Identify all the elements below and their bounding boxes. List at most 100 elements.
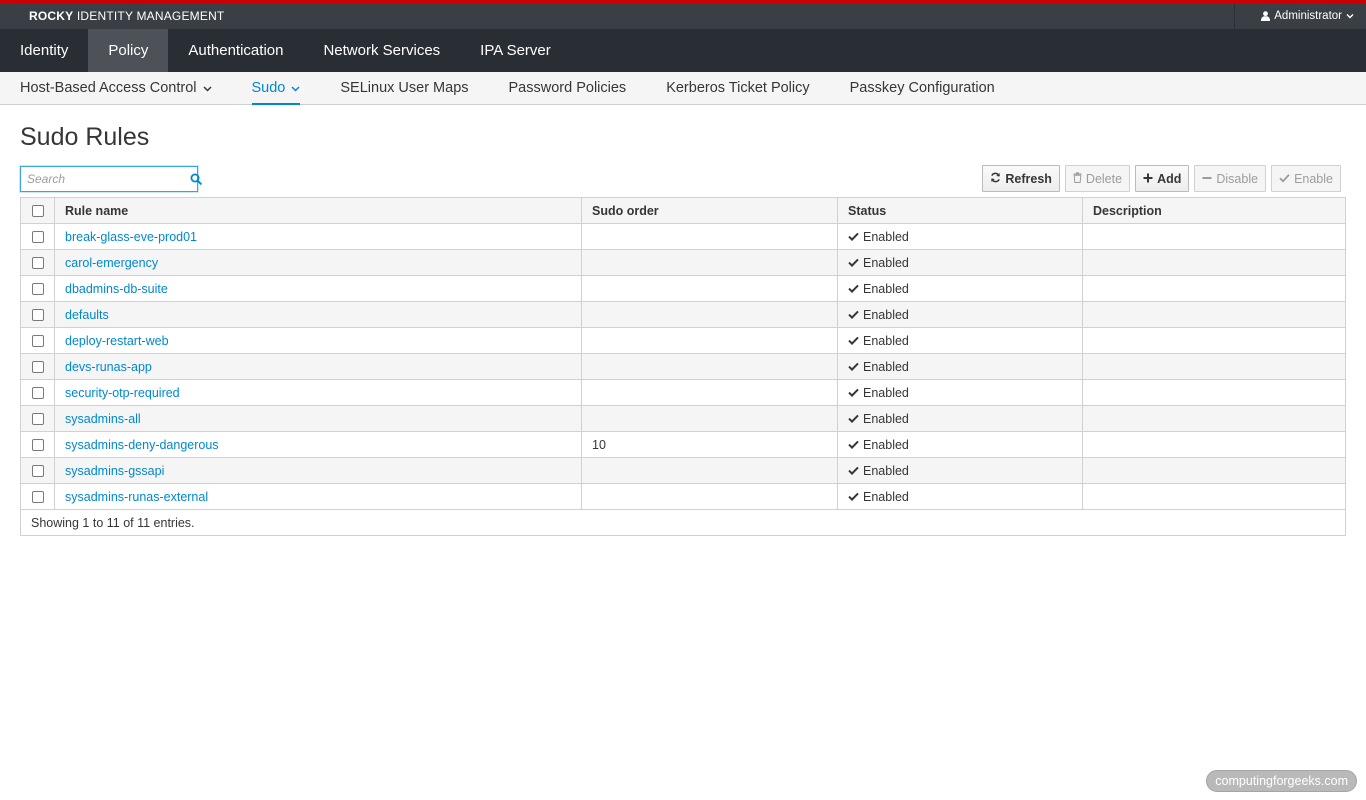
status-cell: Enabled	[837, 405, 1083, 432]
search-input[interactable]	[21, 167, 190, 191]
rule-name-link[interactable]: sysadmins-deny-dangerous	[65, 438, 219, 452]
row-select-cell	[20, 275, 55, 302]
row-checkbox[interactable]	[31, 257, 44, 270]
refresh-label: Refresh	[1005, 171, 1052, 186]
main-nav-ipa-server[interactable]: IPA Server	[460, 29, 571, 72]
row-checkbox[interactable]	[31, 465, 44, 478]
sub-nav-label: Passkey Configuration	[849, 80, 995, 96]
main-nav-authentication[interactable]: Authentication	[168, 29, 303, 72]
row-select-cell	[20, 223, 55, 250]
rule-name-link[interactable]: carol-emergency	[65, 256, 158, 270]
rule-name-link[interactable]: dbadmins-db-suite	[65, 282, 168, 296]
main-nav-identity[interactable]: Identity	[0, 29, 88, 72]
user-menu-label: Administrator	[1274, 10, 1342, 22]
sub-nav-host-based-access-control[interactable]: Host-Based Access Control	[20, 72, 212, 104]
row-select-cell	[20, 353, 55, 380]
sub-nav-label: Host-Based Access Control	[20, 80, 197, 96]
row-select-cell	[20, 431, 55, 458]
disable-label: Disable	[1216, 171, 1259, 186]
description-cell	[1082, 405, 1346, 432]
delete-button[interactable]: Delete	[1064, 165, 1131, 192]
watermark-badge: computingforgeeks.com	[1206, 770, 1357, 792]
column-header-status[interactable]: Status	[837, 197, 1083, 224]
row-checkbox[interactable]	[31, 491, 44, 504]
status-label: Enabled	[863, 307, 909, 322]
search-icon[interactable]	[190, 167, 202, 191]
enable-label: Enable	[1294, 171, 1333, 186]
rule-name-cell: defaults	[54, 301, 582, 328]
sudo-order-cell	[581, 457, 838, 484]
description-cell	[1082, 327, 1346, 354]
rule-name-link[interactable]: deploy-restart-web	[65, 334, 169, 348]
status-cell: Enabled	[837, 275, 1083, 302]
select-all-checkbox[interactable]	[31, 205, 44, 218]
row-select-cell	[20, 457, 55, 484]
description-cell	[1082, 379, 1346, 406]
description-cell	[1082, 223, 1346, 250]
add-button[interactable]: Add	[1135, 165, 1190, 192]
description-cell	[1082, 431, 1346, 458]
row-checkbox[interactable]	[31, 439, 44, 452]
sub-nav-password-policies[interactable]: Password Policies	[509, 72, 627, 104]
delete-label: Delete	[1085, 171, 1123, 186]
rule-name-link[interactable]: devs-runas-app	[65, 360, 152, 374]
check-icon	[848, 386, 859, 400]
refresh-icon	[990, 172, 1001, 186]
row-checkbox[interactable]	[31, 387, 44, 400]
status-label: Enabled	[863, 281, 909, 296]
sub-nav-kerberos-ticket-policy[interactable]: Kerberos Ticket Policy	[666, 72, 809, 104]
status-cell: Enabled	[837, 353, 1083, 380]
status-label: Enabled	[863, 489, 909, 504]
rule-name-cell: sysadmins-all	[54, 405, 582, 432]
row-select-cell	[20, 405, 55, 432]
check-icon	[1279, 172, 1290, 186]
sub-nav-sudo[interactable]: Sudo	[251, 72, 301, 105]
table-row: dbadmins-db-suite Enabled	[20, 275, 1346, 302]
page-title: Sudo Rules	[20, 123, 150, 151]
status-cell: Enabled	[837, 327, 1083, 354]
refresh-button[interactable]: Refresh	[982, 165, 1060, 192]
status-label: Enabled	[863, 385, 909, 400]
rule-name-link[interactable]: sysadmins-all	[65, 412, 141, 426]
column-header-rule-name[interactable]: Rule name	[54, 197, 582, 224]
sudo-order-cell	[581, 353, 838, 380]
description-cell	[1082, 249, 1346, 276]
row-checkbox[interactable]	[31, 335, 44, 348]
brand-logo: ROCKY IDENTITY MANAGEMENT	[29, 9, 225, 23]
table-row: break-glass-eve-prod01 Enabled	[20, 223, 1346, 250]
main-nav-network-services[interactable]: Network Services	[303, 29, 460, 72]
row-checkbox[interactable]	[31, 231, 44, 244]
sudo-order-cell	[581, 483, 838, 510]
column-header-description[interactable]: Description	[1082, 197, 1346, 224]
enable-button[interactable]: Enable	[1271, 165, 1341, 192]
row-checkbox[interactable]	[31, 413, 44, 426]
column-header-sudo-order[interactable]: Sudo order	[581, 197, 838, 224]
sub-nav-selinux-user-maps[interactable]: SELinux User Maps	[340, 72, 468, 104]
check-icon	[848, 360, 859, 374]
row-checkbox[interactable]	[31, 361, 44, 374]
table-row: sysadmins-runas-external Enabled	[20, 483, 1346, 510]
sudo-order-cell	[581, 249, 838, 276]
user-menu[interactable]: Administrator	[1234, 3, 1366, 29]
sub-nav-label: Kerberos Ticket Policy	[666, 80, 810, 96]
action-toolbar: Refresh Delete Add Disable Enable	[982, 165, 1341, 192]
sub-nav-passkey-configuration[interactable]: Passkey Configuration	[850, 72, 995, 104]
rule-name-link[interactable]: defaults	[65, 308, 109, 322]
table-row: security-otp-required Enabled	[20, 379, 1346, 406]
description-cell	[1082, 301, 1346, 328]
rule-name-link[interactable]: security-otp-required	[65, 386, 180, 400]
rule-name-link[interactable]: sysadmins-gssapi	[65, 464, 164, 478]
sudo-rules-table: Rule name Sudo order Status Description …	[20, 197, 1346, 536]
rule-name-link[interactable]: sysadmins-runas-external	[65, 490, 208, 504]
status-cell: Enabled	[837, 379, 1083, 406]
row-checkbox[interactable]	[31, 309, 44, 322]
row-checkbox[interactable]	[31, 283, 44, 296]
check-icon	[848, 230, 859, 244]
rule-name-cell: devs-runas-app	[54, 353, 582, 380]
table-header-row: Rule name Sudo order Status Description	[20, 197, 1346, 224]
disable-button[interactable]: Disable	[1194, 165, 1267, 192]
status-label: Enabled	[863, 333, 909, 348]
rule-name-link[interactable]: break-glass-eve-prod01	[65, 230, 197, 244]
status-label: Enabled	[863, 411, 909, 426]
main-nav-policy[interactable]: Policy	[88, 29, 169, 72]
